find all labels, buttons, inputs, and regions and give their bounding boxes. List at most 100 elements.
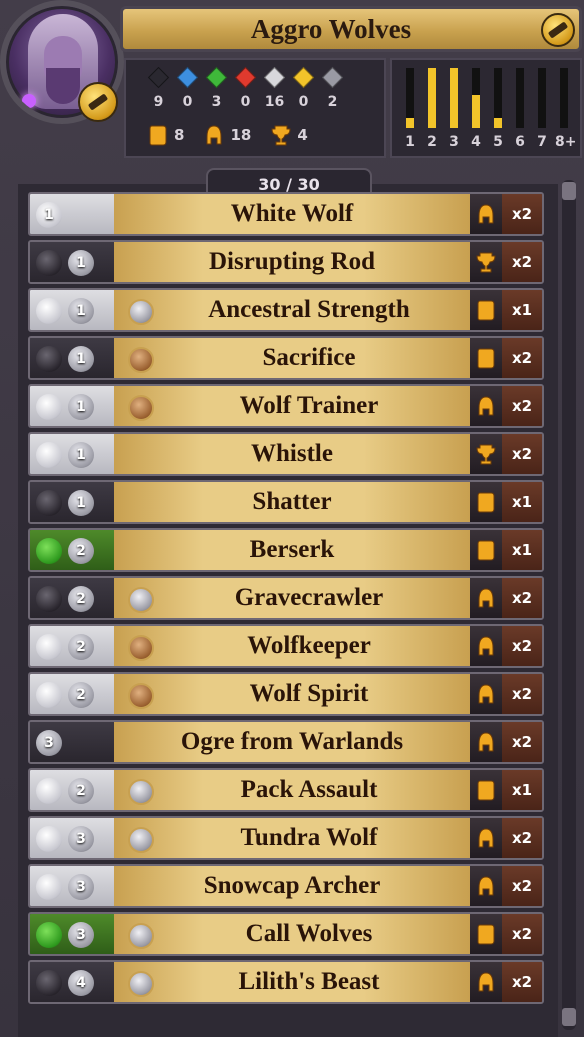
card-row[interactable]: 1 Ancestral Strength x1 <box>28 288 544 332</box>
card-row[interactable]: 3 Call Wolves x2 <box>28 912 544 956</box>
card-name: Tundra Wolf <box>240 824 378 851</box>
helmet-icon <box>204 124 222 146</box>
card-row[interactable]: 1 Disrupting Rod x2 <box>28 240 544 284</box>
scrollbar-end-cap[interactable] <box>562 1008 576 1026</box>
rename-deck-button[interactable] <box>541 13 575 47</box>
curve-bar <box>450 68 458 128</box>
card-row[interactable]: 2 Pack Assault x1 <box>28 768 544 812</box>
card-row[interactable]: 3 Snowcap Archer x2 <box>28 864 544 908</box>
color-gem <box>36 682 62 708</box>
card-name: Wolfkeeper <box>247 632 371 659</box>
scroll-icon <box>470 770 502 810</box>
card-quantity: x2 <box>502 722 542 762</box>
curve-label: 4 <box>471 134 481 150</box>
curve-bar-fill <box>428 68 436 128</box>
helmet-icon <box>470 866 502 906</box>
scrollbar-thumb[interactable] <box>562 182 576 200</box>
card-row[interactable]: 3 Ogre from Warlands x2 <box>28 720 544 764</box>
card-name-area: Gravecrawler <box>114 578 470 618</box>
deck-stats-panel: 9 0 3 0 16 0 2 8 18 4 <box>124 58 386 158</box>
curve-label: 8+ <box>555 134 577 150</box>
curve-label: 6 <box>515 134 525 150</box>
mana-gem-stat: 0 <box>292 66 315 110</box>
card-cost-area: 1 <box>30 386 114 426</box>
card-name-area: Ancestral Strength <box>114 290 470 330</box>
type-count-value: 18 <box>230 126 252 144</box>
curve-label: 5 <box>493 134 503 150</box>
hero-beard <box>46 68 80 104</box>
helmet-icon <box>470 626 502 666</box>
helmet-icon <box>470 818 502 858</box>
curve-label: 1 <box>405 134 415 150</box>
color-gem <box>36 538 62 564</box>
card-row[interactable]: 3 Tundra Wolf x2 <box>28 816 544 860</box>
mana-gem-icon <box>263 66 286 89</box>
card-row[interactable]: 1 Shatter x1 <box>28 480 544 524</box>
mana-gem-icon <box>176 66 199 89</box>
type-count: 8 <box>148 124 184 146</box>
card-name-area: Wolf Spirit <box>114 674 470 714</box>
card-row[interactable]: 2 Wolf Spirit x2 <box>28 672 544 716</box>
card-name: Call Wolves <box>245 920 373 947</box>
helmet-icon <box>470 674 502 714</box>
card-quantity: x2 <box>502 962 542 1002</box>
mana-gem-stat: 16 <box>263 66 286 110</box>
mana-cost-gem: 3 <box>68 922 94 948</box>
card-row[interactable]: 2 Gravecrawler x2 <box>28 576 544 620</box>
mana-cost-gem: 3 <box>68 826 94 852</box>
card-row[interactable]: 2 Wolfkeeper x2 <box>28 624 544 668</box>
card-row[interactable]: 1 White Wolf x2 <box>28 192 544 236</box>
card-name: Gravecrawler <box>234 584 384 611</box>
mana-gem-count: 0 <box>298 94 309 110</box>
mana-gem-stat: 2 <box>321 66 344 110</box>
scroll-icon <box>470 914 502 954</box>
card-name: Ogre from Warlands <box>180 728 404 755</box>
mana-gem-icon <box>292 66 315 89</box>
card-name-area: Disrupting Rod <box>114 242 470 282</box>
card-name-area: Berserk <box>114 530 470 570</box>
card-row[interactable]: 4 Lilith's Beast x2 <box>28 960 544 1004</box>
scroll-icon <box>470 530 502 570</box>
mana-cost-gem: 1 <box>68 442 94 468</box>
card-row[interactable]: 1 Whistle x2 <box>28 432 544 476</box>
color-gem <box>36 778 62 804</box>
color-gem <box>36 346 62 372</box>
color-gem <box>36 394 62 420</box>
card-row[interactable]: 1 Sacrifice x2 <box>28 336 544 380</box>
color-gem <box>36 874 62 900</box>
card-name: Wolf Spirit <box>249 680 369 707</box>
color-gem <box>36 922 62 948</box>
trophy-icon <box>470 434 502 474</box>
mana-cost-gem: 1 <box>36 202 62 228</box>
card-name-area: Ogre from Warlands <box>114 722 470 762</box>
card-cost-area: 4 <box>30 962 114 1002</box>
card-row[interactable]: 2 Berserk x1 <box>28 528 544 572</box>
card-name-area: Shatter <box>114 482 470 522</box>
card-quantity: x2 <box>502 386 542 426</box>
scrollbar-track[interactable] <box>562 180 576 1030</box>
color-gem <box>36 586 62 612</box>
card-quantity: x1 <box>502 530 542 570</box>
card-quantity: x2 <box>502 914 542 954</box>
card-name: Disrupting Rod <box>208 248 375 275</box>
mana-gem-count: 0 <box>240 94 251 110</box>
curve-bar <box>538 68 546 128</box>
trophy-icon <box>271 124 291 146</box>
card-type-counts: 8 18 4 <box>148 124 308 146</box>
mana-cost-gem: 4 <box>68 970 94 996</box>
card-quantity: x2 <box>502 818 542 858</box>
card-quantity: x2 <box>502 338 542 378</box>
card-cost-area: 1 <box>30 242 114 282</box>
card-row[interactable]: 1 Wolf Trainer x2 <box>28 384 544 428</box>
mana-gem-count: 3 <box>211 94 222 110</box>
helmet-icon <box>470 386 502 426</box>
change-hero-button[interactable] <box>78 82 118 122</box>
deck-title: Aggro Wolves <box>250 13 412 44</box>
card-name-area: Call Wolves <box>114 914 470 954</box>
card-quantity: x2 <box>502 434 542 474</box>
card-name: Sacrifice <box>262 344 356 371</box>
curve-label: 7 <box>537 134 547 150</box>
mana-cost-gem: 3 <box>68 874 94 900</box>
mana-gem-count: 16 <box>264 94 285 110</box>
card-cost-area: 3 <box>30 914 114 954</box>
